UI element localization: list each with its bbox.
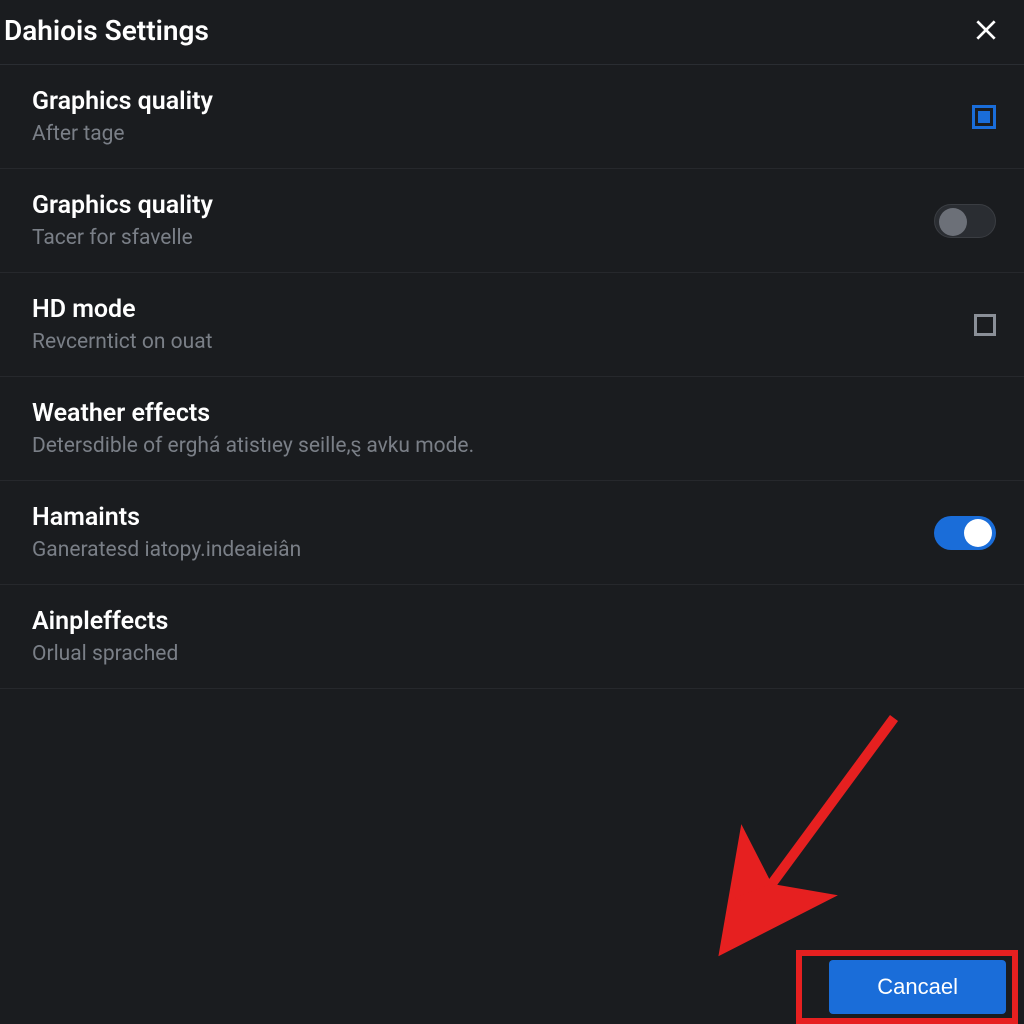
setting-title: Graphics quality (32, 87, 213, 116)
setting-title: Graphics quality (32, 191, 213, 220)
toggle-knob (939, 208, 967, 236)
setting-text: Hamaints Ganeratesd iatopy.indeaieiân (32, 503, 301, 562)
checkbox-filled-icon[interactable] (972, 105, 996, 129)
setting-subtitle: After tage (32, 122, 213, 146)
setting-text: HD mode Revcerntict on ouat (32, 295, 213, 354)
setting-subtitle: Orlual sprached (32, 642, 178, 666)
setting-title: Hamaints (32, 503, 301, 532)
close-button[interactable] (968, 12, 1004, 48)
setting-title: Ainpleffects (32, 607, 178, 636)
setting-text: Ainpleffects Orlual sprached (32, 607, 178, 666)
setting-ainpleffects[interactable]: Ainpleffects Orlual sprached (0, 585, 1024, 689)
setting-subtitle: Revcerntict on ouat (32, 330, 213, 354)
setting-subtitle: Ganeratesd iatopy.indeaieiân (32, 538, 301, 562)
toggle-switch[interactable] (934, 204, 996, 238)
setting-weather-effects[interactable]: Weather effects Detersdible of erghá ati… (0, 377, 1024, 481)
settings-list: Graphics quality After tage Graphics qua… (0, 65, 1024, 689)
setting-subtitle: Tacer for sfavelle (32, 226, 213, 250)
toggle-switch[interactable] (934, 516, 996, 550)
setting-graphics-quality-2[interactable]: Graphics quality Tacer for sfavelle (0, 169, 1024, 273)
setting-text: Graphics quality After tage (32, 87, 213, 146)
setting-subtitle: Detersdible of erghá atistıey seille,ȿ a… (32, 434, 474, 458)
setting-hamaints[interactable]: Hamaints Ganeratesd iatopy.indeaieiân (0, 481, 1024, 585)
cancel-button[interactable]: Cancael (829, 960, 1006, 1014)
setting-text: Graphics quality Tacer for sfavelle (32, 191, 213, 250)
close-icon (973, 17, 999, 43)
settings-header: Dahiois Settings (0, 0, 1024, 65)
checkbox-empty-icon[interactable] (974, 314, 996, 336)
setting-hd-mode[interactable]: HD mode Revcerntict on ouat (0, 273, 1024, 377)
annotation-arrow (684, 698, 924, 962)
page-title: Dahiois Settings (4, 14, 209, 47)
setting-title: Weather effects (32, 399, 474, 428)
setting-graphics-quality-1[interactable]: Graphics quality After tage (0, 65, 1024, 169)
toggle-knob (964, 519, 992, 547)
setting-title: HD mode (32, 295, 213, 324)
footer: Cancael (829, 960, 1006, 1014)
setting-text: Weather effects Detersdible of erghá ati… (32, 399, 474, 458)
